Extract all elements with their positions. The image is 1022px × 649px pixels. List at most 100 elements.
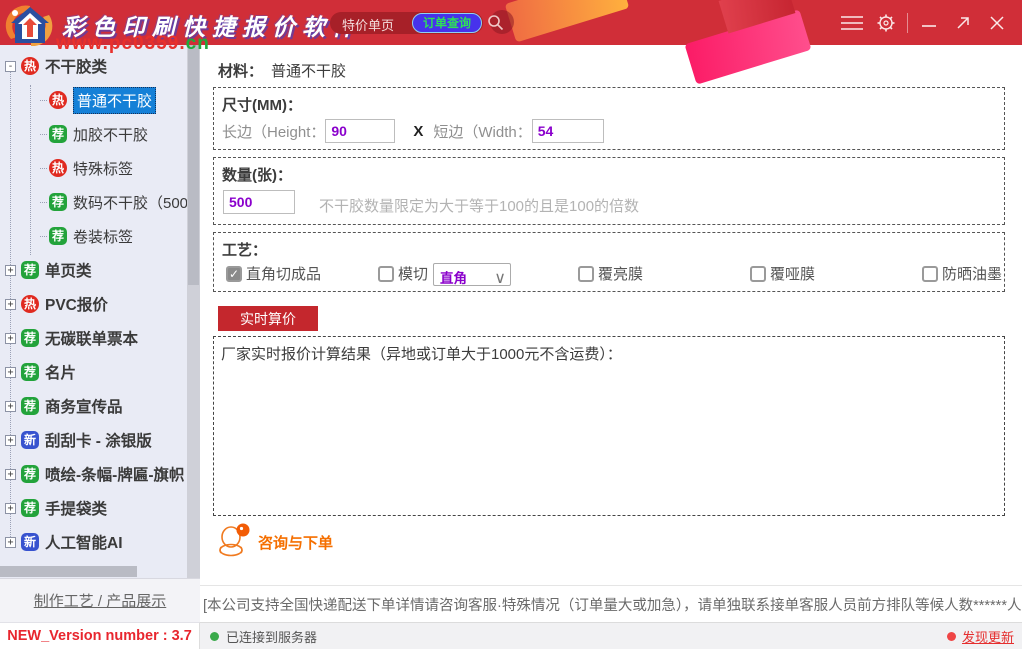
tree-item-label[interactable]: 手提袋类 [45, 497, 107, 519]
expand-icon[interactable]: + [5, 367, 16, 378]
checkbox-label[interactable]: 模切 [398, 263, 428, 284]
checkbox-label[interactable]: 覆哑膜 [770, 263, 815, 284]
search-input[interactable]: 特价单页 订单查询 [330, 12, 483, 34]
craft-option-right-angle-cut[interactable]: ✓ 直角切成品 [226, 263, 321, 284]
tree-item-label[interactable]: 刮刮卡 - 涂银版 [45, 429, 152, 451]
expand-icon[interactable]: + [5, 503, 16, 514]
tree-item-mingpian[interactable]: + 荐 名片 [0, 355, 187, 389]
die-cut-shape-select[interactable]: 直角 ∨ [433, 263, 511, 286]
tree-item-putong-buganjiao[interactable]: 热 普通不干胶 [0, 83, 187, 117]
realtime-quote-button[interactable]: 实时算价 [218, 306, 318, 331]
tree-item-label[interactable]: 人工智能AI [45, 531, 123, 553]
recommend-badge: 荐 [49, 125, 67, 143]
expand-icon[interactable]: + [5, 265, 16, 276]
craft-option-uv-ink[interactable]: 防晒油墨 [922, 263, 1002, 284]
checkbox-unchecked[interactable] [750, 266, 766, 282]
recommend-badge: 荐 [21, 499, 39, 517]
sidebar: - 热 不干胶类 热 普通不干胶 荐 加胶不干胶 热 特殊标签 荐 [0, 45, 200, 649]
checkbox-unchecked[interactable] [378, 266, 394, 282]
hamburger-menu-icon[interactable] [835, 8, 869, 38]
craft-options-row: ✓ 直角切成品 模切 直角 ∨ 覆亮膜 [214, 263, 1006, 287]
hot-badge: 热 [21, 295, 39, 313]
tree-item-label[interactable]: 数码不干胶（500张以 [73, 192, 187, 213]
tree-item-label[interactable]: 卷装标签 [73, 226, 133, 247]
tree-item-wutan-liandan[interactable]: + 荐 无碳联单票本 [0, 321, 187, 355]
width-input[interactable] [532, 119, 604, 143]
expand-icon[interactable]: + [5, 435, 16, 446]
tree-item-label[interactable]: 名片 [45, 361, 76, 383]
quote-form: 材料：普通不干胶 尺寸(MM)： 长边（Height： X 短边（Width： … [200, 45, 1022, 585]
tree-item-label[interactable]: 商务宣传品 [45, 395, 123, 417]
connected-dot-icon [210, 632, 219, 641]
height-input[interactable] [325, 119, 395, 143]
collapse-icon[interactable]: - [5, 61, 16, 72]
recommend-badge: 荐 [21, 363, 39, 381]
minimize-button[interactable] [912, 8, 946, 38]
tree-item-label[interactable]: 特殊标签 [73, 158, 133, 179]
tree-stub [40, 134, 47, 135]
tree-item-jiajiao-buganjiao[interactable]: 荐 加胶不干胶 [0, 117, 187, 151]
tree-item-teshu-biaoqian[interactable]: 热 特殊标签 [0, 151, 187, 185]
tree-item-shuma-buganjiao[interactable]: 荐 数码不干胶（500张以 [0, 185, 187, 219]
tree-item-juanzhuang-biaoqian[interactable]: 荐 卷装标签 [0, 219, 187, 253]
tree-item-label[interactable]: 喷绘-条幅-牌匾-旗帜 [45, 463, 185, 485]
checkbox-checked[interactable]: ✓ [226, 266, 242, 282]
width-label: 短边（Width： [433, 121, 531, 142]
order-query-button[interactable]: 订单查询 [412, 13, 482, 33]
tree-item-guaguaka[interactable]: + 新 刮刮卡 - 涂银版 [0, 423, 187, 457]
maximize-button[interactable] [946, 8, 980, 38]
expand-icon[interactable]: + [5, 299, 16, 310]
tree-item-penhui-tiaofu[interactable]: + 荐 喷绘-条幅-牌匾-旗帜 [0, 457, 187, 491]
tree-item-weixin-mingpian[interactable]: + 热 微信名片 [0, 559, 187, 565]
craft-showcase-link[interactable]: 制作工艺 / 产品展示 [34, 590, 167, 611]
vscrollbar-thumb[interactable] [188, 45, 199, 285]
x-separator: X [413, 123, 423, 140]
connection-status: 已连接到服务器 [226, 627, 317, 646]
notice-text: [本公司支持全国快递配送下单详情请咨询客服·特殊情况（订单量大或加急），请单独联… [200, 594, 1021, 615]
checkbox-unchecked[interactable] [578, 266, 594, 282]
tree-item-rengong-zhineng-ai[interactable]: + 新 人工智能AI [0, 525, 187, 559]
hscrollbar-thumb[interactable] [0, 566, 137, 577]
quote-result-box: 厂家实时报价计算结果（异地或订单大于1000元不含运费）： [213, 336, 1005, 516]
search-placeholder: 特价单页 [342, 15, 394, 34]
quantity-input[interactable] [223, 190, 295, 214]
expand-icon[interactable]: + [5, 333, 16, 344]
search-icon[interactable] [487, 14, 504, 36]
vertical-scrollbar[interactable] [187, 45, 200, 578]
expand-icon[interactable]: + [5, 401, 16, 412]
close-button[interactable] [980, 8, 1014, 38]
tree-item-label[interactable]: PVC报价 [45, 293, 108, 315]
checkbox-label[interactable]: 防晒油墨 [942, 263, 1002, 284]
craft-option-matte-film[interactable]: 覆哑膜 [750, 263, 815, 284]
gear-icon[interactable] [869, 8, 903, 38]
version-text: NEW_Version number : 3.7 [7, 628, 192, 644]
tree-item-label[interactable]: 无碳联单票本 [45, 327, 138, 349]
recommend-badge: 荐 [21, 397, 39, 415]
status-right: 发现更新 [947, 627, 1022, 646]
update-link[interactable]: 发现更新 [962, 627, 1014, 646]
expand-icon[interactable]: + [5, 469, 16, 480]
version-bar: NEW_Version number : 3.7 [0, 622, 200, 649]
qq-chat-icon [218, 523, 250, 562]
tree-item-shoutidai-lei[interactable]: + 荐 手提袋类 [0, 491, 187, 525]
update-dot-icon [947, 632, 956, 641]
craft-option-gloss-film[interactable]: 覆亮膜 [578, 263, 643, 284]
tree-item-shangwu-xuanchuanpin[interactable]: + 荐 商务宣传品 [0, 389, 187, 423]
checkbox-label[interactable]: 直角切成品 [246, 263, 321, 284]
craft-option-die-cut[interactable]: 模切 [378, 263, 428, 284]
horizontal-scrollbar[interactable] [0, 565, 187, 578]
tree-item-danye-lei[interactable]: + 荐 单页类 [0, 253, 187, 287]
chevron-down-icon: ∨ [494, 268, 506, 288]
tree-item-label-selected[interactable]: 普通不干胶 [73, 87, 156, 114]
checkbox-label[interactable]: 覆亮膜 [598, 263, 643, 284]
tree-item-pvc-baojia[interactable]: + 热 PVC报价 [0, 287, 187, 321]
tree-item-label[interactable]: 不干胶类 [45, 55, 107, 77]
consult-order-label[interactable]: 咨询与下单 [258, 532, 333, 553]
decorative-ribbon-orange [505, 0, 630, 42]
tree-item-label[interactable]: 加胶不干胶 [73, 124, 148, 145]
app-window: 彩色印刷快捷报价软件 www.pc0359.cn 特价单页 订单查询 [0, 0, 1022, 649]
expand-icon[interactable]: + [5, 537, 16, 548]
checkbox-unchecked[interactable] [922, 266, 938, 282]
consult-order-link[interactable]: 咨询与下单 [218, 523, 333, 562]
tree-item-label[interactable]: 单页类 [45, 259, 92, 281]
